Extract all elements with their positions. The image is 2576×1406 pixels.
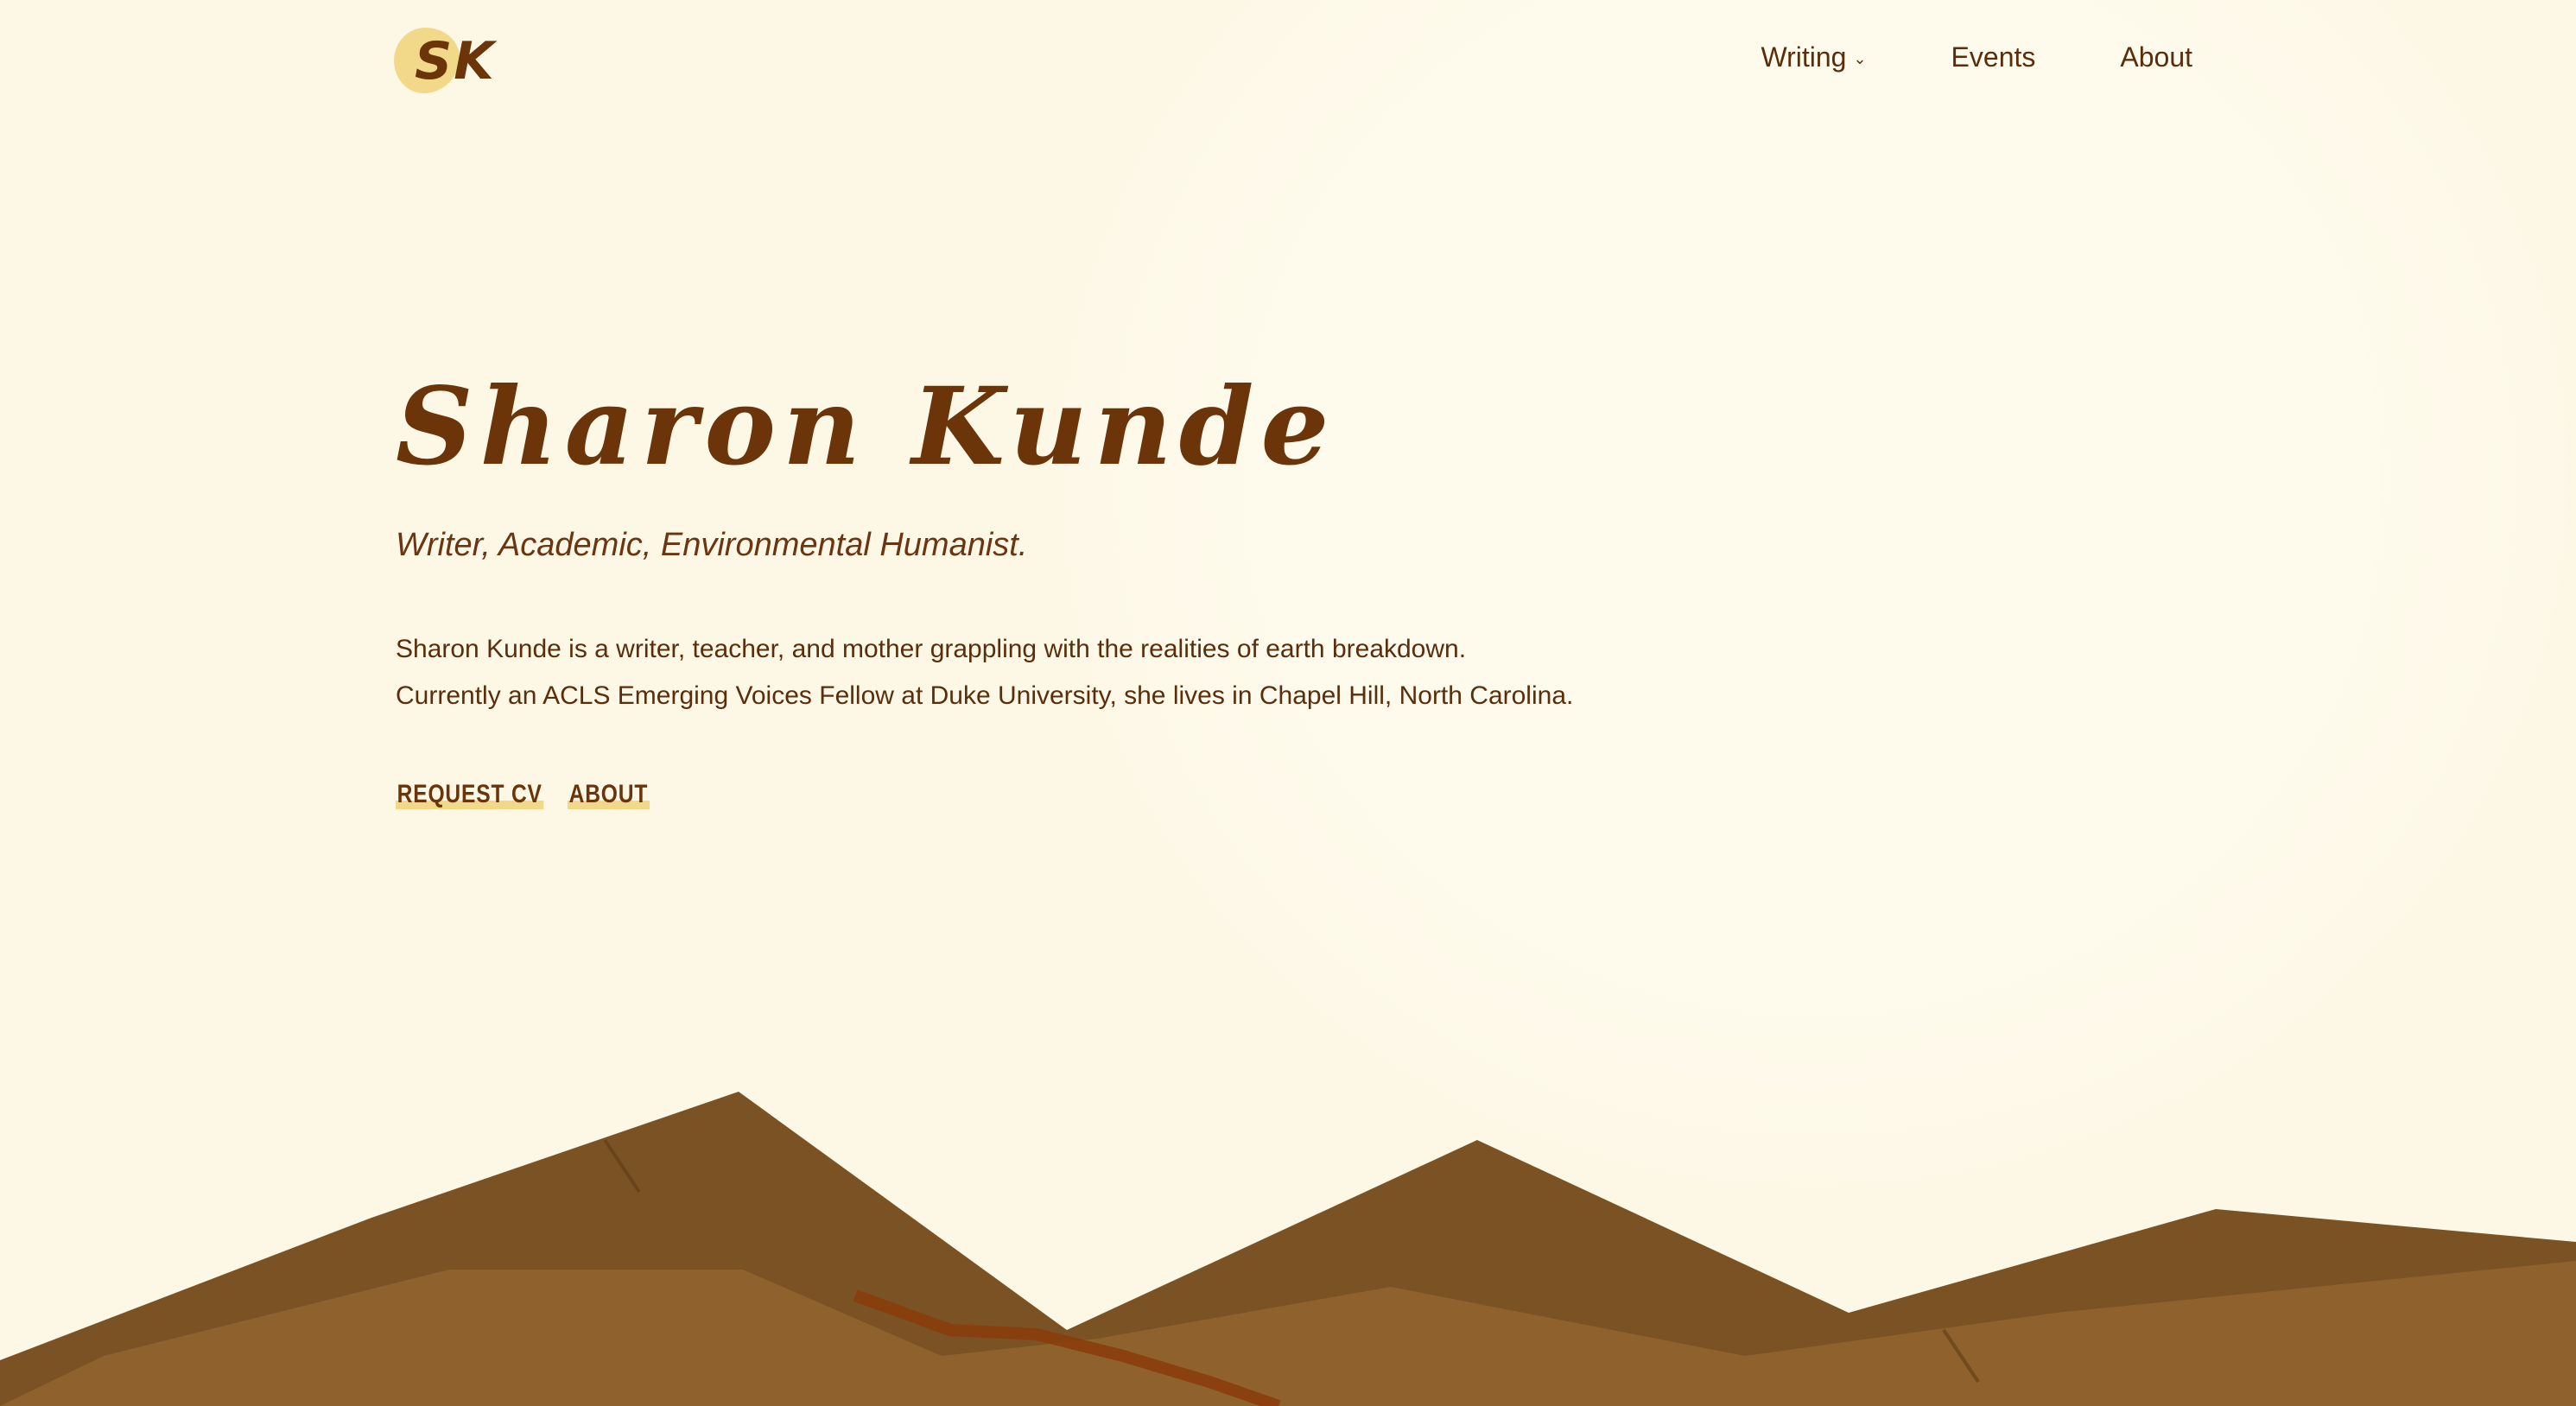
nav-item-label: About	[2120, 41, 2192, 73]
bio: Sharon Kunde is a writer, teacher, and m…	[396, 626, 1778, 719]
about-link[interactable]: ABOUT	[568, 780, 650, 809]
request-cv-link[interactable]: REQUEST CV	[396, 780, 544, 809]
page-title: Sharon Kunde	[396, 364, 1336, 490]
hero-section: Sharon Kunde Writer, Academic, Environme…	[396, 363, 1778, 809]
hero-links: REQUEST CV ABOUT	[396, 780, 1778, 809]
nav-item-label: Writing	[1761, 41, 1847, 73]
nav-item-about[interactable]: About	[2120, 41, 2192, 73]
site-logo[interactable]: SK	[394, 24, 498, 104]
mountain-illustration	[0, 1092, 2576, 1406]
bio-line: Sharon Kunde is a writer, teacher, and m…	[396, 635, 1467, 663]
chevron-down-icon: ⌄	[1853, 50, 1867, 67]
bio-line: Currently an ACLS Emerging Voices Fellow…	[396, 681, 1574, 710]
nav-item-label: Events	[1951, 41, 2036, 73]
tagline: Writer, Academic, Environmental Humanist…	[396, 527, 1028, 563]
logo-text: SK	[415, 31, 496, 92]
site-header: SK Writing ⌄ Events About	[0, 0, 2576, 130]
nav-item-events[interactable]: Events	[1951, 41, 2036, 73]
nav-item-writing[interactable]: Writing ⌄	[1761, 41, 1866, 73]
main-nav: Writing ⌄ Events About	[1761, 41, 2192, 73]
